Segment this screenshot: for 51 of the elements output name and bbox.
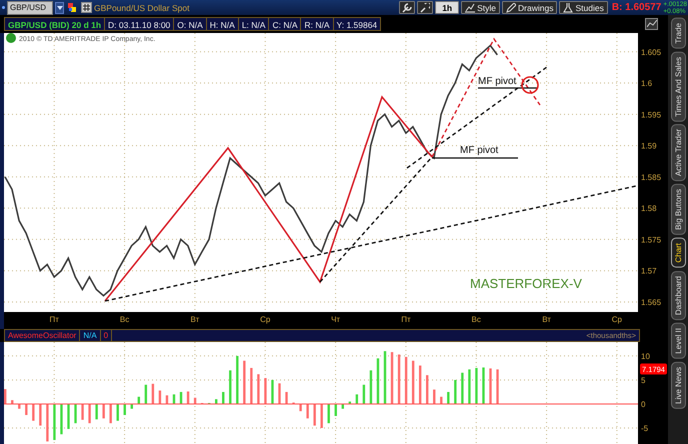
y-axis-label: 1.565 (641, 298, 662, 307)
sidebar-tab[interactable]: Chart (670, 238, 686, 268)
y-axis-label: 5 (641, 376, 646, 385)
study-name: AwesomeOscillator (5, 330, 80, 341)
sidebar-tab[interactable]: Active Trader (670, 124, 686, 182)
sidebar-tab[interactable]: Big Buttons (670, 184, 686, 236)
chart-header-field: D: 03.11.10 8:00 (105, 17, 174, 31)
instrument-description: GBPound/US Dollar Spot (94, 2, 190, 12)
y-axis-label: 0 (641, 400, 646, 409)
chart-header-field: H: N/A (206, 17, 239, 31)
y-axis-label: -5 (641, 424, 648, 433)
y-axis-label: 1.6 (641, 79, 652, 88)
symbol-field[interactable]: GBP/USD (7, 0, 53, 14)
x-axis-label: Вс (472, 315, 481, 324)
chart-header-field: C: N/A (269, 17, 302, 31)
sidebar-tab[interactable]: Level II (670, 323, 686, 359)
timeframe-button[interactable]: 1h (435, 1, 460, 14)
chart-header-field: L: N/A (238, 17, 270, 31)
drawings-button[interactable]: Drawings (502, 1, 558, 14)
x-axis-label: Ср (260, 315, 270, 324)
sidebar-tab[interactable]: Trade (670, 18, 686, 49)
y-axis-label: 1.59 (641, 142, 657, 151)
style-button[interactable]: Style (461, 1, 500, 14)
x-axis-label: Пт (401, 315, 411, 324)
x-axis-label: Вт (190, 315, 200, 324)
pivot-label: MF pivot (460, 145, 498, 156)
chart-header-field: O: N/A (174, 17, 207, 31)
bid-price: B: 1.60577 (612, 2, 662, 13)
x-axis-label: Пт (50, 315, 59, 324)
chart-header-field: R: N/A (301, 17, 334, 31)
x-axis-label: Вт (542, 315, 551, 324)
y-axis-label: 1.595 (641, 110, 662, 120)
chart-title: GBP/USD (BID) 20 d 1h (4, 17, 106, 31)
y-axis-label: 10 (641, 352, 650, 361)
y-axis-label: 1.605 (641, 48, 662, 57)
study-value: N/A (80, 330, 101, 341)
study-value: 0 (100, 330, 112, 341)
chart-label: MASTERFOREX-V (470, 276, 582, 291)
y-axis-label: 1.58 (641, 204, 657, 214)
studies-button[interactable]: Studies (559, 1, 608, 14)
x-axis-label: Вс (120, 315, 130, 324)
sidebar-tab[interactable]: Dashboard (670, 270, 686, 320)
x-axis-label: Ср (612, 315, 622, 324)
y-axis-label: 1.57 (641, 266, 657, 276)
y-axis-label: 1.585 (641, 172, 662, 182)
pivot-label: MF pivot (478, 76, 516, 87)
sidebar-tab[interactable]: Times And Sales (670, 52, 686, 122)
y-axis-label: 1.575 (641, 235, 662, 244)
chart-header-field: Y: 1.59864 (334, 17, 382, 31)
sidebar-tab[interactable]: Live News (670, 362, 686, 409)
x-axis-label: Чт (331, 315, 340, 324)
